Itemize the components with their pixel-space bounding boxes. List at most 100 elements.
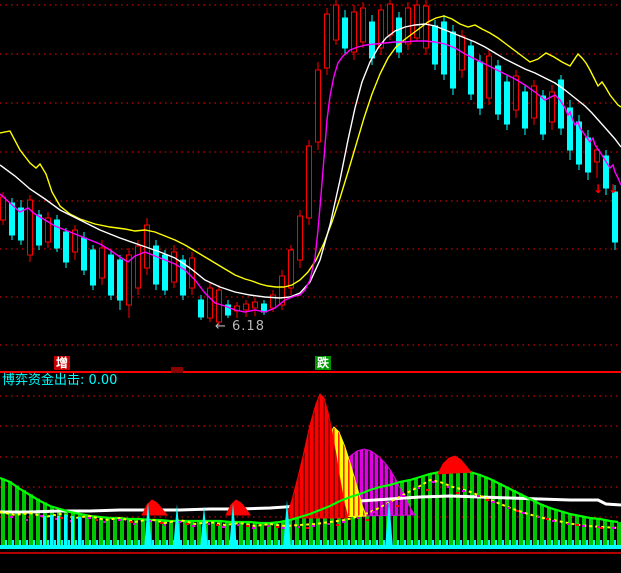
indicator-bar xyxy=(295,519,299,549)
indicator-bar xyxy=(36,499,40,548)
cyan-stub xyxy=(376,540,378,545)
magenta-dot xyxy=(222,526,225,528)
magenta-dot xyxy=(163,524,166,526)
cyan-stub xyxy=(607,540,609,545)
candle-body xyxy=(352,12,357,52)
magenta-dot xyxy=(297,526,300,528)
cyan-stub xyxy=(530,540,532,545)
indicator-bar xyxy=(498,483,502,548)
indicator-bar xyxy=(169,521,173,548)
candle-body xyxy=(64,232,69,262)
cyan-stub xyxy=(320,540,322,545)
magenta-dot xyxy=(522,512,525,514)
kline-panel[interactable]: ↓↓ xyxy=(0,0,621,325)
red-dot xyxy=(600,527,603,529)
candle-body xyxy=(244,304,249,310)
magenta-dot xyxy=(327,523,330,525)
red-dot xyxy=(216,524,219,526)
candle-body xyxy=(217,290,222,322)
candle-body xyxy=(595,150,600,162)
cyan-stub xyxy=(208,540,210,545)
magenta-dot xyxy=(207,523,210,525)
cyan-stub xyxy=(47,540,49,545)
candle-body xyxy=(541,96,546,134)
red-dot xyxy=(456,492,459,494)
cyan-column xyxy=(78,517,81,548)
candle-body xyxy=(370,22,375,58)
magenta-dot xyxy=(357,517,360,519)
candle-body xyxy=(109,255,114,295)
cyan-stub xyxy=(299,540,301,545)
candle-body xyxy=(208,288,213,318)
cyan-stub xyxy=(40,540,42,545)
cyan-column xyxy=(50,515,53,548)
red-dot xyxy=(396,505,399,507)
magenta-dot xyxy=(582,525,585,527)
magenta-dot xyxy=(192,525,195,527)
candle-body xyxy=(505,82,510,124)
cyan-stub xyxy=(117,540,119,545)
cyan-stub xyxy=(418,540,420,545)
cyan-stub xyxy=(159,540,161,545)
cyan-stub xyxy=(523,540,525,545)
candle-body xyxy=(37,215,42,245)
cyan-column xyxy=(43,516,46,548)
cyan-stub xyxy=(89,540,91,545)
cyan-stub xyxy=(82,540,84,545)
cyan-stub xyxy=(593,540,595,545)
indicator-bar xyxy=(183,521,187,548)
indicator-bar xyxy=(29,494,33,548)
cyan-stub xyxy=(68,540,70,545)
cyan-stub xyxy=(110,540,112,545)
cyan-column xyxy=(57,516,60,548)
candle-body xyxy=(415,5,420,38)
cyan-stub xyxy=(61,540,63,545)
cyan-stub xyxy=(187,540,189,545)
candle-body xyxy=(127,255,132,305)
magenta-dot xyxy=(402,495,405,497)
cyan-stub xyxy=(355,540,357,545)
magenta-dot xyxy=(40,515,43,517)
candle-body xyxy=(487,56,492,98)
cyan-stub xyxy=(292,540,294,545)
cyan-stub xyxy=(166,540,168,545)
red-dot xyxy=(486,499,489,501)
magenta-dot xyxy=(372,511,375,513)
cyan-stub xyxy=(257,540,259,545)
cyan-stub xyxy=(579,540,581,545)
cyan-stub xyxy=(481,540,483,545)
cyan-stub xyxy=(516,540,518,545)
indicator-bar xyxy=(505,487,509,549)
indicator-panel[interactable] xyxy=(0,394,621,549)
indicator-bar xyxy=(526,497,530,548)
cyan-stub xyxy=(327,540,329,545)
indicator-bar xyxy=(428,475,432,548)
indicator-bar xyxy=(582,516,586,548)
magenta-dot xyxy=(417,487,420,489)
cyan-stub xyxy=(306,540,308,545)
cyan-stub xyxy=(341,540,343,545)
indicator-title[interactable]: 博弈资金出击: 0.00 xyxy=(2,374,117,387)
cyan-stub xyxy=(222,540,224,545)
candle-body xyxy=(325,14,330,68)
indicator-bar xyxy=(540,504,544,548)
cyan-stub xyxy=(334,540,336,545)
bottom-axis-line xyxy=(0,552,621,554)
cyan-column xyxy=(64,515,67,548)
magenta-dot xyxy=(25,519,28,521)
red-dot xyxy=(426,489,429,491)
cyan-stub xyxy=(502,540,504,545)
cyan-stub xyxy=(26,540,28,545)
magenta-dot xyxy=(267,525,270,527)
candle-body xyxy=(307,146,312,218)
candle-body xyxy=(334,5,339,40)
cyan-stub xyxy=(537,540,539,545)
magenta-dot xyxy=(432,481,435,483)
candle-body xyxy=(10,203,15,235)
cyan-stub xyxy=(103,540,105,545)
magenta-dot xyxy=(447,486,450,488)
cyan-stub xyxy=(19,540,21,545)
candle-body xyxy=(82,238,87,270)
badge-decrease: 跌 xyxy=(315,356,331,370)
stock-chart-canvas[interactable]: ↓↓ xyxy=(0,0,621,573)
